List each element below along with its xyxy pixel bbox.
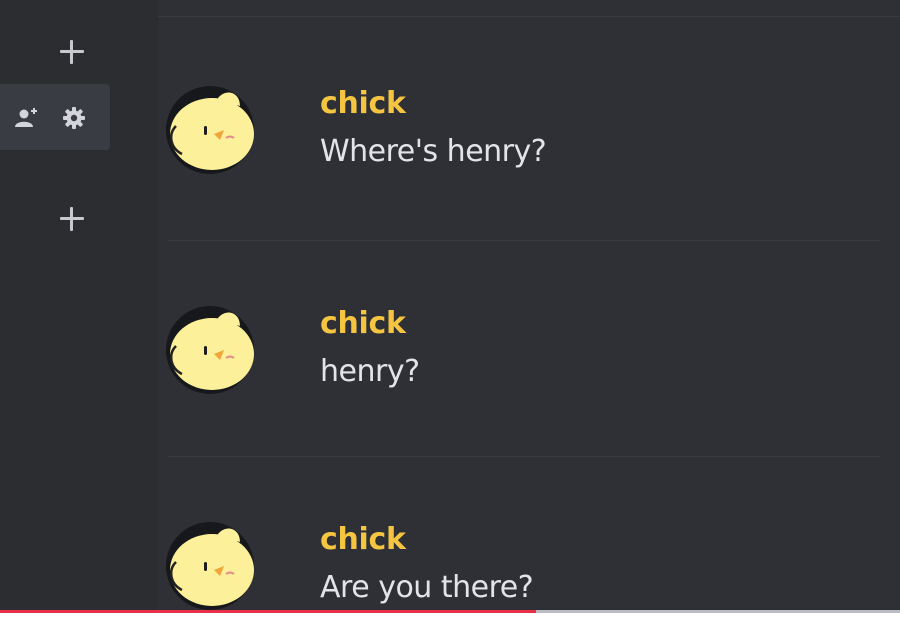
video-progress-fill (0, 610, 536, 613)
chat-area: chick Where's henry? chick henry? chick … (128, 0, 900, 610)
channel-sidebar (0, 0, 128, 610)
plus-icon[interactable] (58, 38, 86, 66)
divider (168, 240, 880, 241)
divider (158, 16, 900, 17)
chick-avatar[interactable] (162, 520, 258, 612)
add-member-icon[interactable] (12, 104, 40, 132)
message[interactable]: chick Where's henry? (158, 84, 900, 204)
video-bottom-bar (0, 610, 900, 630)
username[interactable]: chick (320, 522, 406, 557)
message-text: Where's henry? (320, 134, 547, 169)
app-window: chick Where's henry? chick henry? chick … (0, 0, 900, 630)
selected-channel-row[interactable] (0, 84, 110, 150)
message[interactable]: chick henry? (158, 304, 900, 424)
chick-avatar[interactable] (162, 84, 258, 176)
username[interactable]: chick (320, 86, 406, 121)
username[interactable]: chick (320, 306, 406, 341)
plus-icon-2[interactable] (58, 205, 86, 233)
gear-icon[interactable] (60, 104, 88, 132)
message-text: Are you there? (320, 570, 534, 605)
chat-gutter (128, 0, 158, 610)
divider (168, 456, 880, 457)
message-text: henry? (320, 354, 420, 389)
chick-avatar[interactable] (162, 304, 258, 396)
video-progress-bar[interactable] (0, 610, 900, 613)
